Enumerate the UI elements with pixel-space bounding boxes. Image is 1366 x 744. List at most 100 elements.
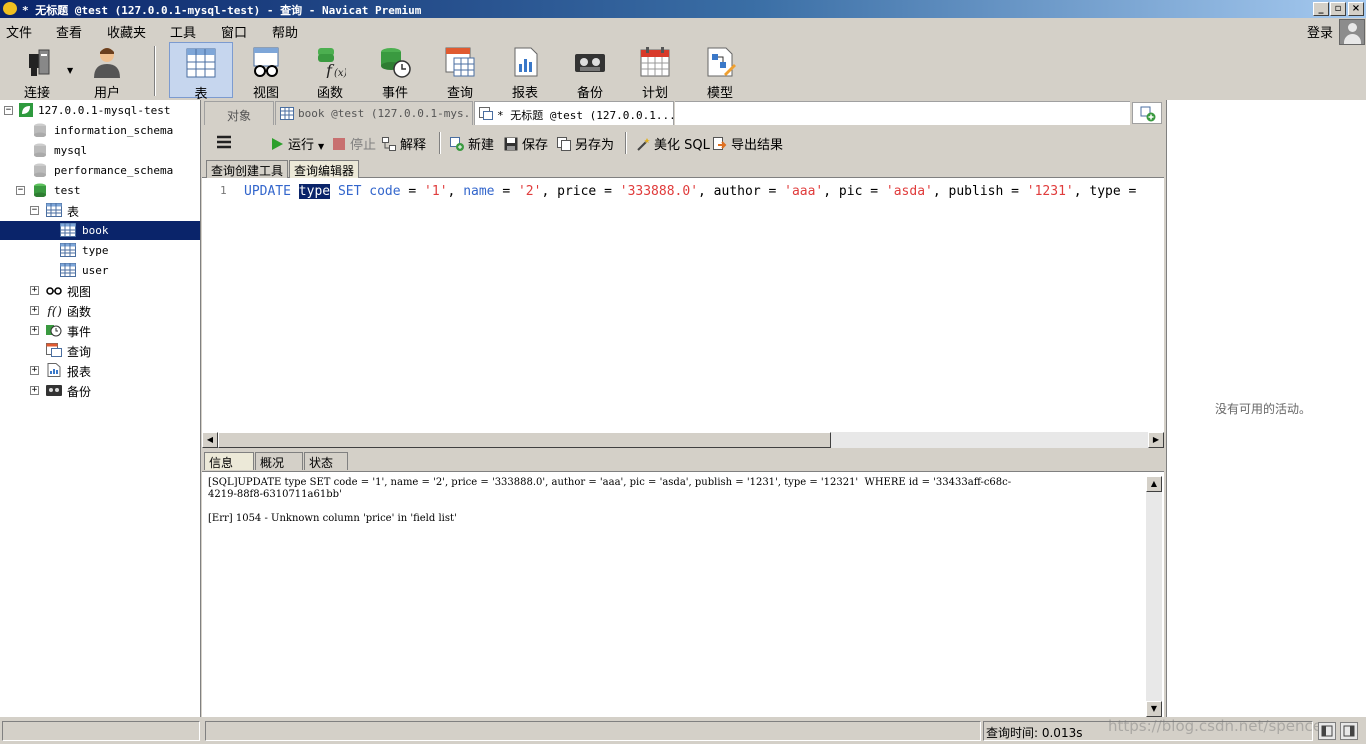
toolbar-table-button[interactable]: 表 — [169, 42, 233, 102]
scroll-down-button[interactable]: ▼ — [1146, 701, 1162, 717]
tree-views-group[interactable]: + 视图 — [0, 281, 200, 300]
expand-icon[interactable]: + — [30, 326, 39, 335]
backup-tape-icon — [574, 46, 606, 78]
tab-untitled-query[interactable]: * 无标题 @test (127.0.0.1... — [474, 101, 674, 125]
tab-status[interactable]: 状态 — [304, 452, 348, 470]
sql-token: '333888.0' — [619, 184, 699, 199]
sql-editor[interactable]: 1 UPDATE type SET code = '1', name = '2'… — [202, 178, 1164, 432]
minimize-button[interactable]: _ — [1313, 2, 1329, 16]
save-button[interactable]: 保存 — [504, 134, 548, 153]
tree-table-book[interactable]: book — [0, 221, 200, 240]
database-icon — [34, 163, 46, 177]
tree-functions-group[interactable]: + f() 函数 — [0, 301, 200, 320]
connection-leaf-icon — [19, 103, 33, 117]
scroll-left-button[interactable]: ◀ — [202, 432, 218, 448]
save-as-button[interactable]: 另存为 — [557, 134, 614, 153]
status-panel — [2, 721, 200, 741]
tab-profile[interactable]: 概况 — [255, 452, 303, 470]
message-vertical-scrollbar[interactable]: ▲ ▼ — [1146, 476, 1162, 717]
tree-table-user[interactable]: user — [0, 261, 200, 280]
backup-tape-icon — [46, 385, 62, 396]
new-query-button[interactable]: 新建 — [450, 134, 494, 153]
menu-file[interactable]: 文件 — [6, 22, 32, 41]
menu-window[interactable]: 窗口 — [221, 22, 247, 41]
run-dropdown-icon[interactable]: ▼ — [318, 142, 324, 151]
tab-objects[interactable]: 对象 — [204, 101, 274, 125]
table-icon — [60, 263, 76, 277]
table-icon — [60, 223, 76, 237]
scroll-right-button[interactable]: ▶ — [1148, 432, 1164, 448]
new-tab-button[interactable] — [1132, 102, 1162, 124]
tree-schema-performance[interactable]: performance_schema — [0, 161, 200, 180]
export-results-button[interactable]: 导出结果 — [713, 134, 783, 153]
menu-tools[interactable]: 工具 — [170, 22, 196, 41]
toolbar-function-button[interactable]: f(x) 函数 — [298, 42, 362, 101]
tree-events-group[interactable]: + 事件 — [0, 321, 200, 340]
menu-favorites[interactable]: 收藏夹 — [107, 22, 146, 41]
expand-icon[interactable]: + — [30, 306, 39, 315]
tree-tables-group[interactable]: − 表 — [0, 201, 200, 220]
run-button[interactable]: 运行 ▼ — [270, 134, 324, 153]
menu-help[interactable]: 帮助 — [272, 22, 298, 41]
tree-connection[interactable]: − 127.0.0.1-mysql-test — [0, 101, 200, 120]
menu-view[interactable]: 查看 — [56, 22, 82, 41]
tab-query-builder[interactable]: 查询创建工具 — [206, 160, 289, 178]
table-icon — [280, 107, 294, 120]
expand-icon[interactable]: + — [30, 386, 39, 395]
scroll-up-button[interactable]: ▲ — [1146, 476, 1162, 492]
toolbar-model-button[interactable]: 模型 — [688, 42, 752, 101]
sql-token: , publish = — [932, 184, 1027, 199]
tab-info[interactable]: 信息 — [204, 452, 254, 470]
maximize-button[interactable]: ▫ — [1330, 2, 1346, 16]
tree-queries-group[interactable]: 查询 — [0, 341, 200, 360]
toolbar-query-button[interactable]: 查询 — [428, 42, 492, 101]
collapse-icon[interactable]: − — [16, 186, 25, 195]
stop-icon — [333, 138, 345, 150]
status-panel — [205, 721, 981, 741]
tab-book-table[interactable]: book @test (127.0.0.1-mys... — [275, 101, 473, 125]
toolbar-schedule-button[interactable]: 计划 — [623, 42, 687, 101]
toolbar-user-button[interactable]: 用户 — [75, 42, 139, 101]
connect-dropdown-icon[interactable]: ▼ — [67, 66, 73, 75]
collapse-icon[interactable]: − — [30, 206, 39, 215]
schedule-calendar-icon — [639, 46, 671, 78]
query-icon — [479, 107, 493, 120]
tree-schema-mysql[interactable]: mysql — [0, 141, 200, 160]
layout-toggle-button[interactable] — [1318, 722, 1336, 740]
login-link[interactable]: 登录 — [1307, 22, 1333, 41]
stop-button[interactable]: 停止 — [332, 134, 376, 153]
tree-reports-group[interactable]: + 报表 — [0, 361, 200, 380]
close-button[interactable]: × — [1348, 2, 1364, 16]
tree-db-test[interactable]: − test — [0, 181, 200, 200]
export-icon — [713, 137, 727, 150]
hamburger-menu-icon[interactable] — [216, 135, 232, 149]
editor-horizontal-scrollbar[interactable]: ◀ ▶ — [202, 432, 1164, 448]
sql-token: '1231' — [1026, 184, 1074, 199]
tree-schema-information[interactable]: information_schema — [0, 121, 200, 140]
tree-table-type[interactable]: type — [0, 241, 200, 260]
layout-toggle-button[interactable] — [1340, 722, 1358, 740]
toolbar-connect-button[interactable]: 连接 ▼ — [5, 42, 73, 101]
toolbar-event-button[interactable]: 事件 — [363, 42, 427, 101]
expand-icon[interactable]: + — [30, 286, 39, 295]
sql-token: 'asda' — [885, 184, 933, 199]
tab-query-editor[interactable]: 查询编辑器 — [289, 160, 360, 178]
sql-token: UPDATE — [244, 184, 291, 199]
toolbar-view-button[interactable]: 视图 — [234, 42, 298, 101]
collapse-icon[interactable]: − — [4, 106, 13, 115]
sql-token: '1' — [424, 184, 448, 199]
query-icon — [444, 46, 476, 78]
function-fx-icon: f() — [46, 305, 62, 317]
expand-icon[interactable]: + — [30, 366, 39, 375]
function-fx-icon: f(x) — [314, 46, 348, 80]
tree-backups-group[interactable]: + 备份 — [0, 381, 200, 400]
toolbar-backup-button[interactable]: 备份 — [558, 42, 622, 101]
beautify-sql-button[interactable]: 美化 SQL — [636, 134, 710, 153]
explain-button[interactable]: 解释 — [382, 134, 426, 153]
scroll-thumb[interactable] — [218, 432, 831, 448]
toolbar-report-button[interactable]: 报表 — [493, 42, 557, 101]
table-icon — [46, 203, 62, 217]
sql-message-line: 4219-88f8-6310711a61bb' — [208, 489, 342, 500]
magic-wand-icon — [637, 138, 650, 151]
